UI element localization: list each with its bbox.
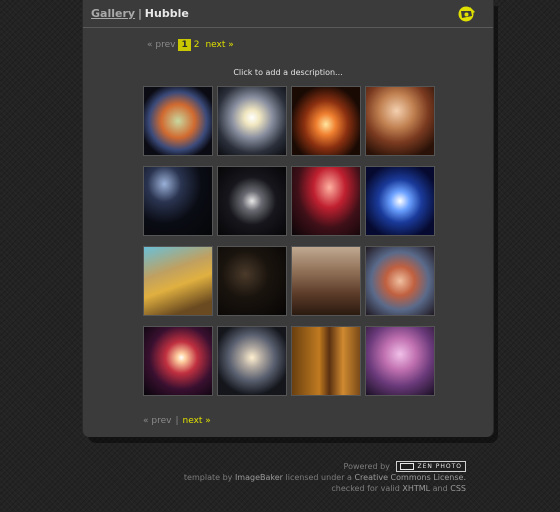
pager-top: « prev 1 2 next »: [147, 39, 234, 51]
page-header: Gallery | Hubble: [83, 0, 493, 28]
pager-bottom: « prev | next »: [143, 416, 211, 426]
gallery-link[interactable]: Gallery: [91, 7, 135, 20]
license-link[interactable]: Creative Commons License.: [354, 473, 466, 482]
album-title: Hubble: [144, 7, 189, 20]
description-prompt[interactable]: Click to add a description...: [83, 68, 493, 77]
thumbnail-butterfly-nebula[interactable]: [291, 86, 361, 156]
thumbnail-v838-monocerotis[interactable]: [143, 326, 213, 396]
powered-by-label: Powered by: [343, 462, 390, 471]
prev-link-disabled: « prev: [143, 416, 172, 426]
current-page: 1: [178, 39, 191, 51]
css-link[interactable]: CSS: [450, 484, 466, 493]
footer-template-line: template by ImageBaker licensed under a …: [183, 473, 466, 482]
thumbnail-tadpole-galaxy[interactable]: [143, 166, 213, 236]
next-link[interactable]: next »: [183, 416, 211, 426]
thumbnail-whirlpool-galaxy[interactable]: [217, 326, 287, 396]
footer: Powered by ZEN PHOTO template by ImageBa…: [184, 461, 466, 494]
xhtml-link[interactable]: XHTML: [402, 484, 430, 493]
zenphoto-badge[interactable]: ZEN PHOTO: [396, 461, 466, 472]
page-2-link[interactable]: 2: [194, 40, 200, 50]
footer-validation-line: checked for valid XHTML and CSS: [331, 484, 466, 493]
prev-link-disabled: « prev: [147, 40, 176, 50]
thumbnail-cone-nebula[interactable]: [291, 166, 361, 236]
footer-powered-line: Powered by ZEN PHOTO: [184, 461, 466, 472]
thumbnail-stellar-spire[interactable]: [291, 326, 361, 396]
thumbnail-pillar-nebula[interactable]: [291, 246, 361, 316]
breadcrumb-separator: |: [138, 7, 142, 20]
thumbnail-colliding-galaxies[interactable]: [217, 166, 287, 236]
thumbnail-boomerang-nebula[interactable]: [365, 166, 435, 236]
camera-logo-icon[interactable]: [457, 4, 477, 24]
thumbnail-eagle-nebula-cloud[interactable]: [143, 246, 213, 316]
breadcrumb: Gallery | Hubble: [91, 7, 189, 20]
imagebaker-link[interactable]: ImageBaker: [235, 473, 283, 482]
thumbnail-star-cluster[interactable]: [365, 326, 435, 396]
thumbnail-crab-nebula[interactable]: [143, 86, 213, 156]
thumbnail-carina-nebula[interactable]: [365, 246, 435, 316]
thumbnail-globular-cluster[interactable]: [217, 86, 287, 156]
thumbnail-deep-field[interactable]: [217, 246, 287, 316]
pager-separator: |: [175, 416, 179, 426]
next-link[interactable]: next »: [205, 40, 233, 50]
gallery-panel: Gallery | Hubble « prev 1 2 next » Click t…: [82, 0, 494, 437]
zenphoto-logo-icon: [400, 463, 415, 470]
thumbnail-orion-nebula[interactable]: [365, 86, 435, 156]
